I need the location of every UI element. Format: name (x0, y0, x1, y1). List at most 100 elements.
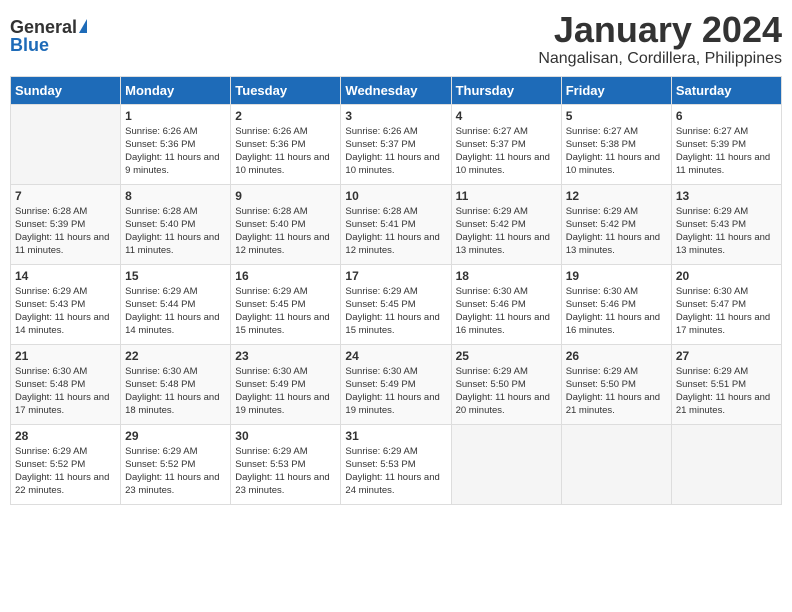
column-header-monday: Monday (121, 76, 231, 104)
day-info: Sunrise: 6:30 AMSunset: 5:46 PMDaylight:… (566, 286, 660, 337)
day-info: Sunrise: 6:26 AMSunset: 5:37 PMDaylight:… (345, 126, 439, 177)
day-info: Sunrise: 6:29 AMSunset: 5:44 PMDaylight:… (125, 286, 219, 337)
day-number: 13 (676, 189, 777, 203)
day-info: Sunrise: 6:30 AMSunset: 5:48 PMDaylight:… (125, 366, 219, 417)
calendar-table: SundayMondayTuesdayWednesdayThursdayFrid… (10, 76, 782, 505)
day-cell: 27 Sunrise: 6:29 AMSunset: 5:51 PMDaylig… (671, 344, 781, 424)
day-cell: 6 Sunrise: 6:27 AMSunset: 5:39 PMDayligh… (671, 104, 781, 184)
day-number: 7 (15, 189, 116, 203)
day-info: Sunrise: 6:27 AMSunset: 5:37 PMDaylight:… (456, 126, 550, 177)
day-number: 18 (456, 269, 557, 283)
day-info: Sunrise: 6:30 AMSunset: 5:46 PMDaylight:… (456, 286, 550, 337)
day-cell (671, 424, 781, 504)
day-cell: 25 Sunrise: 6:29 AMSunset: 5:50 PMDaylig… (451, 344, 561, 424)
day-cell: 30 Sunrise: 6:29 AMSunset: 5:53 PMDaylig… (231, 424, 341, 504)
day-cell: 29 Sunrise: 6:29 AMSunset: 5:52 PMDaylig… (121, 424, 231, 504)
logo-general-text: General (10, 18, 77, 36)
day-number: 25 (456, 349, 557, 363)
day-cell: 3 Sunrise: 6:26 AMSunset: 5:37 PMDayligh… (341, 104, 451, 184)
day-info: Sunrise: 6:28 AMSunset: 5:40 PMDaylight:… (125, 206, 219, 257)
day-number: 15 (125, 269, 226, 283)
calendar-subtitle: Nangalisan, Cordillera, Philippines (538, 50, 782, 68)
day-cell: 10 Sunrise: 6:28 AMSunset: 5:41 PMDaylig… (341, 184, 451, 264)
day-number: 21 (15, 349, 116, 363)
day-number: 1 (125, 109, 226, 123)
day-number: 8 (125, 189, 226, 203)
day-number: 9 (235, 189, 336, 203)
day-cell: 11 Sunrise: 6:29 AMSunset: 5:42 PMDaylig… (451, 184, 561, 264)
day-number: 6 (676, 109, 777, 123)
day-cell: 23 Sunrise: 6:30 AMSunset: 5:49 PMDaylig… (231, 344, 341, 424)
day-number: 28 (15, 429, 116, 443)
column-header-sunday: Sunday (11, 76, 121, 104)
day-info: Sunrise: 6:26 AMSunset: 5:36 PMDaylight:… (125, 126, 219, 177)
day-cell: 16 Sunrise: 6:29 AMSunset: 5:45 PMDaylig… (231, 264, 341, 344)
column-header-wednesday: Wednesday (341, 76, 451, 104)
day-number: 20 (676, 269, 777, 283)
day-number: 4 (456, 109, 557, 123)
week-row-4: 21 Sunrise: 6:30 AMSunset: 5:48 PMDaylig… (11, 344, 782, 424)
calendar-body: 1 Sunrise: 6:26 AMSunset: 5:36 PMDayligh… (11, 104, 782, 504)
day-number: 17 (345, 269, 446, 283)
week-row-3: 14 Sunrise: 6:29 AMSunset: 5:43 PMDaylig… (11, 264, 782, 344)
day-cell: 26 Sunrise: 6:29 AMSunset: 5:50 PMDaylig… (561, 344, 671, 424)
day-number: 3 (345, 109, 446, 123)
day-cell: 9 Sunrise: 6:28 AMSunset: 5:40 PMDayligh… (231, 184, 341, 264)
calendar-title: January 2024 (538, 10, 782, 50)
day-info: Sunrise: 6:30 AMSunset: 5:49 PMDaylight:… (235, 366, 329, 417)
day-info: Sunrise: 6:29 AMSunset: 5:50 PMDaylight:… (566, 366, 660, 417)
calendar-header-row: SundayMondayTuesdayWednesdayThursdayFrid… (11, 76, 782, 104)
week-row-5: 28 Sunrise: 6:29 AMSunset: 5:52 PMDaylig… (11, 424, 782, 504)
day-cell: 2 Sunrise: 6:26 AMSunset: 5:36 PMDayligh… (231, 104, 341, 184)
day-number: 23 (235, 349, 336, 363)
day-info: Sunrise: 6:29 AMSunset: 5:45 PMDaylight:… (235, 286, 329, 337)
day-cell: 20 Sunrise: 6:30 AMSunset: 5:47 PMDaylig… (671, 264, 781, 344)
day-info: Sunrise: 6:29 AMSunset: 5:43 PMDaylight:… (676, 206, 770, 257)
logo-blue-text: Blue (10, 36, 49, 54)
day-info: Sunrise: 6:29 AMSunset: 5:43 PMDaylight:… (15, 286, 109, 337)
column-header-saturday: Saturday (671, 76, 781, 104)
day-info: Sunrise: 6:28 AMSunset: 5:41 PMDaylight:… (345, 206, 439, 257)
day-info: Sunrise: 6:27 AMSunset: 5:38 PMDaylight:… (566, 126, 660, 177)
day-cell: 22 Sunrise: 6:30 AMSunset: 5:48 PMDaylig… (121, 344, 231, 424)
day-cell: 5 Sunrise: 6:27 AMSunset: 5:38 PMDayligh… (561, 104, 671, 184)
day-cell (561, 424, 671, 504)
day-number: 22 (125, 349, 226, 363)
day-cell: 19 Sunrise: 6:30 AMSunset: 5:46 PMDaylig… (561, 264, 671, 344)
day-info: Sunrise: 6:29 AMSunset: 5:42 PMDaylight:… (566, 206, 660, 257)
day-cell (11, 104, 121, 184)
day-info: Sunrise: 6:30 AMSunset: 5:48 PMDaylight:… (15, 366, 109, 417)
day-info: Sunrise: 6:27 AMSunset: 5:39 PMDaylight:… (676, 126, 770, 177)
day-cell: 21 Sunrise: 6:30 AMSunset: 5:48 PMDaylig… (11, 344, 121, 424)
day-cell: 7 Sunrise: 6:28 AMSunset: 5:39 PMDayligh… (11, 184, 121, 264)
day-info: Sunrise: 6:30 AMSunset: 5:49 PMDaylight:… (345, 366, 439, 417)
day-info: Sunrise: 6:28 AMSunset: 5:39 PMDaylight:… (15, 206, 109, 257)
day-cell: 18 Sunrise: 6:30 AMSunset: 5:46 PMDaylig… (451, 264, 561, 344)
day-info: Sunrise: 6:29 AMSunset: 5:50 PMDaylight:… (456, 366, 550, 417)
column-header-thursday: Thursday (451, 76, 561, 104)
day-info: Sunrise: 6:29 AMSunset: 5:53 PMDaylight:… (345, 446, 439, 497)
header: General Blue January 2024 Nangalisan, Co… (10, 10, 782, 68)
day-number: 29 (125, 429, 226, 443)
day-cell: 31 Sunrise: 6:29 AMSunset: 5:53 PMDaylig… (341, 424, 451, 504)
day-cell (451, 424, 561, 504)
day-number: 14 (15, 269, 116, 283)
day-info: Sunrise: 6:29 AMSunset: 5:53 PMDaylight:… (235, 446, 329, 497)
day-number: 12 (566, 189, 667, 203)
day-cell: 4 Sunrise: 6:27 AMSunset: 5:37 PMDayligh… (451, 104, 561, 184)
day-cell: 24 Sunrise: 6:30 AMSunset: 5:49 PMDaylig… (341, 344, 451, 424)
day-info: Sunrise: 6:29 AMSunset: 5:51 PMDaylight:… (676, 366, 770, 417)
day-number: 11 (456, 189, 557, 203)
day-number: 19 (566, 269, 667, 283)
day-cell: 8 Sunrise: 6:28 AMSunset: 5:40 PMDayligh… (121, 184, 231, 264)
day-number: 10 (345, 189, 446, 203)
day-cell: 1 Sunrise: 6:26 AMSunset: 5:36 PMDayligh… (121, 104, 231, 184)
week-row-1: 1 Sunrise: 6:26 AMSunset: 5:36 PMDayligh… (11, 104, 782, 184)
day-number: 27 (676, 349, 777, 363)
day-number: 31 (345, 429, 446, 443)
day-number: 2 (235, 109, 336, 123)
day-cell: 12 Sunrise: 6:29 AMSunset: 5:42 PMDaylig… (561, 184, 671, 264)
day-number: 24 (345, 349, 446, 363)
day-cell: 15 Sunrise: 6:29 AMSunset: 5:44 PMDaylig… (121, 264, 231, 344)
logo: General Blue (10, 18, 87, 54)
